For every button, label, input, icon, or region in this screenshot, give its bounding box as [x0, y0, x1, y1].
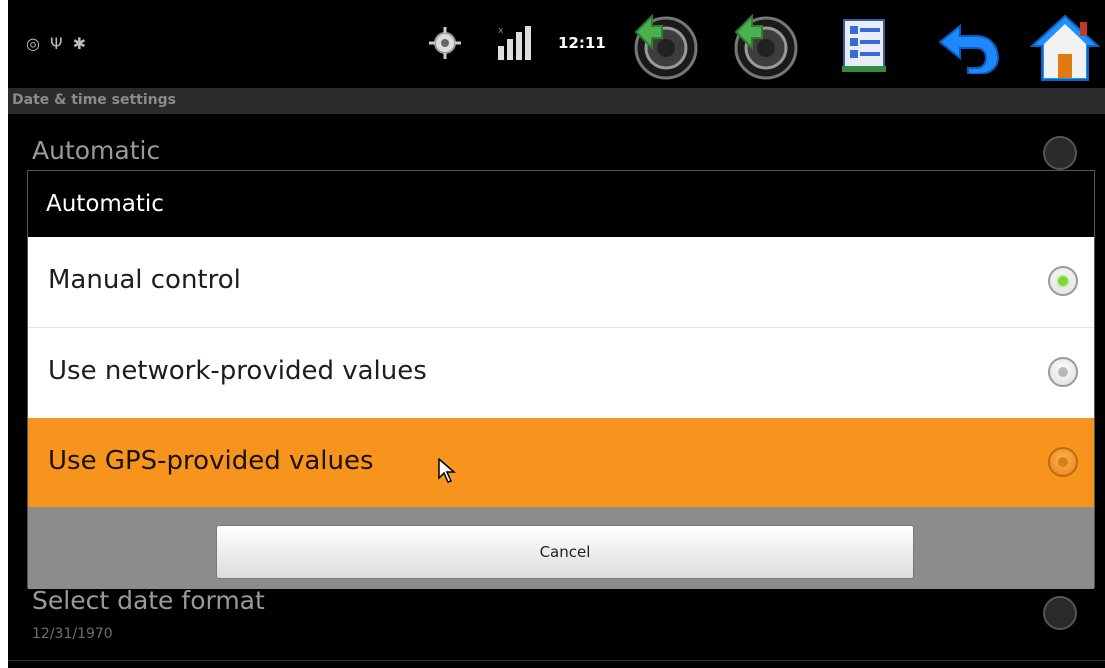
option-gps-provided[interactable]: Use GPS-provided values — [28, 418, 1094, 508]
debug-icon: ✱ — [72, 34, 96, 53]
date-format-value: 12/31/1970 — [32, 626, 113, 642]
dialog-title-bar: Automatic — [28, 171, 1094, 237]
svg-text:x: x — [498, 26, 504, 36]
automatic-dialog: Automatic Manual control Use network-pro… — [27, 170, 1095, 589]
usb-icon: Ψ — [49, 34, 73, 53]
radio-unselected-icon[interactable] — [1048, 447, 1078, 477]
home-icon[interactable] — [1030, 14, 1100, 82]
date-format-setting-item[interactable]: Select date format 12/31/1970 — [8, 584, 1105, 660]
date-format-label: Select date format — [32, 586, 265, 615]
option-manual-control[interactable]: Manual control — [28, 237, 1094, 327]
automatic-dropdown-icon — [1043, 136, 1077, 170]
divider — [8, 660, 1105, 661]
settings-title-bar: Date & time settings — [8, 88, 1105, 114]
option-network-provided[interactable]: Use network-provided values — [28, 328, 1094, 418]
signal-icon: x — [498, 26, 531, 60]
volume-up-icon[interactable] — [730, 10, 800, 80]
radio-unselected-icon[interactable] — [1048, 357, 1078, 387]
system-icons: ◎Ψ✱ — [26, 34, 96, 53]
radio-selected-icon[interactable] — [1048, 266, 1078, 296]
back-icon[interactable] — [938, 20, 1002, 74]
automatic-setting-label: Automatic — [32, 136, 161, 165]
clock: 12:11 — [558, 34, 606, 52]
automatic-setting-item[interactable]: Automatic — [8, 114, 1105, 174]
settings-small-icon: ◎ — [26, 34, 50, 53]
mouse-cursor-icon — [438, 458, 456, 483]
android-screen: ◎Ψ✱ x 12:11 Date & time settings Automat… — [8, 0, 1105, 668]
option-label: Manual control — [48, 265, 241, 295]
cancel-button[interactable]: Cancel — [216, 525, 914, 579]
menu-icon[interactable] — [840, 18, 890, 76]
gps-icon — [429, 27, 461, 59]
option-label: Use network-provided values — [48, 356, 427, 386]
date-format-dropdown-icon — [1043, 596, 1077, 630]
dialog-button-bar: Cancel — [28, 507, 1094, 589]
status-bar: ◎Ψ✱ x 12:11 — [8, 0, 1105, 88]
settings-title: Date & time settings — [12, 92, 176, 108]
dialog-title: Automatic — [46, 191, 164, 217]
option-label: Use GPS-provided values — [48, 446, 374, 476]
volume-down-icon[interactable] — [630, 10, 700, 80]
